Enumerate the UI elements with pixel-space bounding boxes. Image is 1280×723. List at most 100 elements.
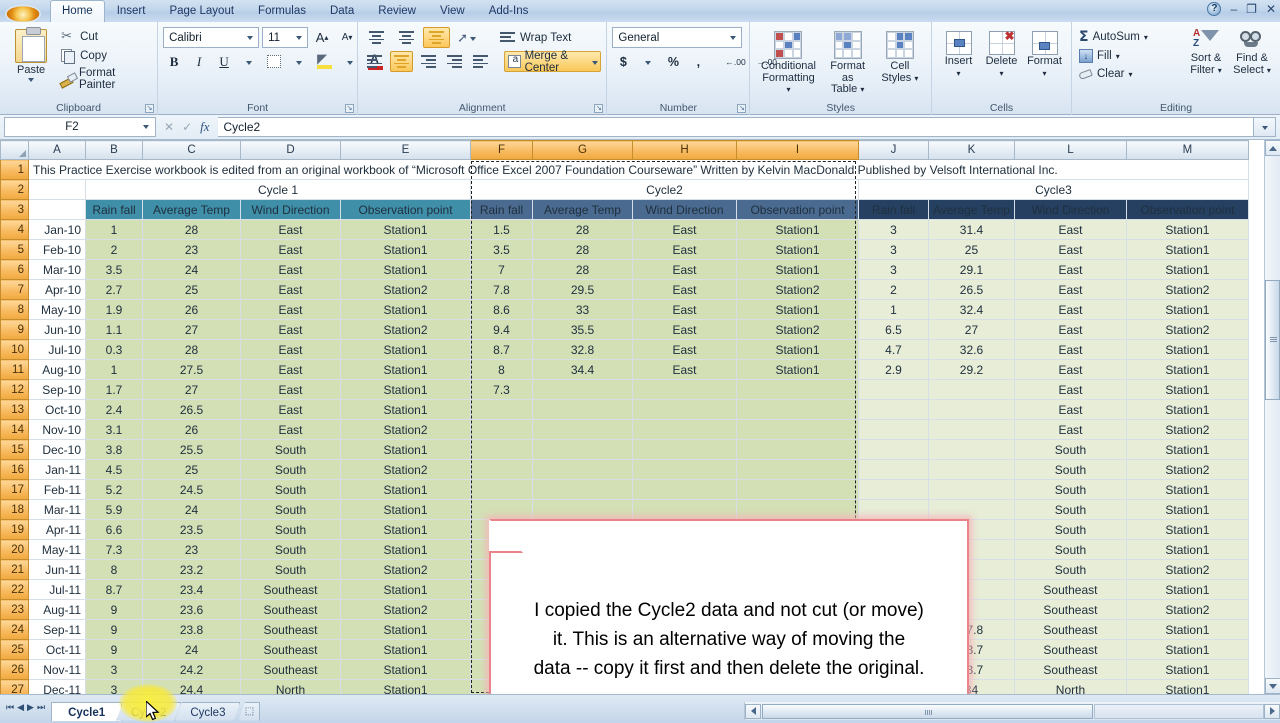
cycle1-data-cell[interactable]: Station1	[340, 679, 471, 694]
row-header-20[interactable]: 20	[0, 539, 29, 560]
cycle2-data-cell[interactable]: Station1	[736, 339, 859, 360]
cycle1-data-cell[interactable]: 25	[142, 279, 241, 300]
cycle2-data-cell[interactable]: 33	[532, 299, 633, 320]
cycle2-data-cell[interactable]: 32.8	[532, 339, 633, 360]
cycle3-data-cell[interactable]	[928, 479, 1015, 500]
cycle1-data-cell[interactable]: 3	[85, 659, 143, 680]
cycle1-data-cell[interactable]: 27	[142, 319, 241, 340]
cycle1-data-cell[interactable]: 27.5	[142, 359, 241, 380]
cycle3-data-cell[interactable]: Southeast	[1013, 579, 1127, 600]
cycle2-data-cell[interactable]: 9.4	[470, 319, 533, 340]
row-header-13[interactable]: 13	[0, 399, 29, 420]
cycle1-data-cell[interactable]: Station2	[340, 599, 471, 620]
column-header-f[interactable]: F	[470, 140, 533, 160]
cycle1-data-cell[interactable]: South	[240, 539, 341, 560]
cycle1-data-cell[interactable]: 6.6	[85, 519, 143, 540]
cycle2-data-cell[interactable]	[532, 439, 633, 460]
cycle3-data-cell[interactable]: East	[1013, 239, 1127, 260]
cycle1-data-cell[interactable]: 3	[85, 679, 143, 694]
currency-dropdown[interactable]	[637, 51, 659, 72]
cycle2-data-cell[interactable]: East	[632, 339, 737, 360]
cycle2-data-cell[interactable]: Station1	[736, 299, 859, 320]
cycle2-data-cell[interactable]	[532, 459, 633, 480]
cycle2-data-cell[interactable]	[736, 499, 859, 520]
cycle2-data-cell[interactable]	[632, 439, 737, 460]
cycle2-data-cell[interactable]: 29.5	[532, 279, 633, 300]
scroll-left-button[interactable]	[745, 703, 761, 719]
cycle3-data-cell[interactable]: Station2	[1125, 419, 1249, 440]
column-header-c[interactable]: C	[142, 140, 241, 160]
cycle2-data-cell[interactable]	[470, 459, 533, 480]
month-cell[interactable]: Feb-10	[28, 239, 86, 260]
month-cell[interactable]: Dec-10	[28, 439, 86, 460]
cycle1-data-cell[interactable]: Station1	[340, 519, 471, 540]
row-header-9[interactable]: 9	[0, 319, 29, 340]
number-dialog-launcher[interactable]: ↘	[737, 104, 747, 113]
cycle1-data-cell[interactable]: Station2	[340, 319, 471, 340]
cycle2-data-cell[interactable]: Station1	[736, 219, 859, 240]
cycle3-data-cell[interactable]: 29.2	[928, 359, 1015, 380]
cycle1-data-cell[interactable]: 2	[85, 239, 143, 260]
cycle3-data-cell[interactable]: Station1	[1125, 679, 1249, 694]
align-bottom-button[interactable]	[423, 27, 451, 48]
cycle1-data-cell[interactable]: 28	[142, 219, 241, 240]
cycle3-data-cell[interactable]: Station1	[1125, 259, 1249, 280]
cycle3-data-cell[interactable]: East	[1013, 259, 1127, 280]
cycle1-header-cell[interactable]: Average Temp	[142, 199, 241, 220]
help-icon[interactable]: ?	[1207, 2, 1222, 16]
close-button[interactable]: ✕	[1266, 3, 1276, 15]
cycle3-data-cell[interactable]: East	[1013, 219, 1127, 240]
cycle1-data-cell[interactable]: East	[240, 419, 341, 440]
cycle1-data-cell[interactable]: Station1	[340, 539, 471, 560]
grid-cell-a2[interactable]	[28, 179, 86, 200]
fill-button[interactable]: ↓ Fill ▾	[1077, 48, 1183, 64]
cycle1-data-cell[interactable]: Station1	[340, 439, 471, 460]
horizontal-scroll-thumb[interactable]	[762, 703, 1093, 719]
cycle1-title-cell[interactable]: Cycle 1	[85, 179, 471, 200]
cycle3-data-cell[interactable]: North	[1013, 679, 1127, 694]
column-header-g[interactable]: G	[532, 140, 633, 160]
month-cell[interactable]: Jul-11	[28, 579, 86, 600]
cycle1-data-cell[interactable]: 24.5	[142, 479, 241, 500]
cycle3-data-cell[interactable]	[928, 499, 1015, 520]
cycle3-data-cell[interactable]	[858, 399, 929, 420]
column-header-k[interactable]: K	[928, 140, 1015, 160]
cycle2-data-cell[interactable]: Station2	[736, 279, 859, 300]
align-top-button[interactable]	[363, 27, 390, 48]
cycle1-data-cell[interactable]: 23	[142, 239, 241, 260]
row-header-15[interactable]: 15	[0, 439, 29, 460]
cycle3-data-cell[interactable]: 25	[928, 239, 1015, 260]
cycle2-data-cell[interactable]: 8.6	[470, 299, 533, 320]
column-header-e[interactable]: E	[340, 140, 471, 160]
cycle1-data-cell[interactable]: 9	[85, 639, 143, 660]
cycle2-data-cell[interactable]	[632, 419, 737, 440]
cycle2-data-cell[interactable]: East	[632, 359, 737, 380]
alignment-dialog-launcher[interactable]: ↘	[594, 104, 604, 113]
cycle1-header-cell[interactable]: Rain fall	[85, 199, 143, 220]
cycle3-data-cell[interactable]: Station1	[1125, 219, 1249, 240]
cycle1-data-cell[interactable]: Station1	[340, 659, 471, 680]
grid-cell-a3[interactable]	[28, 199, 86, 220]
cycle1-data-cell[interactable]: 25	[142, 459, 241, 480]
cycle1-data-cell[interactable]: 5.2	[85, 479, 143, 500]
cycle3-data-cell[interactable]	[928, 379, 1015, 400]
cycle2-data-cell[interactable]: 8	[470, 359, 533, 380]
borders-dropdown[interactable]	[288, 51, 310, 72]
cycle3-data-cell[interactable]: Southeast	[1013, 599, 1127, 620]
cycle1-data-cell[interactable]: East	[240, 219, 341, 240]
cycle1-header-cell[interactable]: Observation point	[340, 199, 471, 220]
cell-styles-button[interactable]: Cell Styles ▾	[877, 29, 923, 84]
month-cell[interactable]: Sep-11	[28, 619, 86, 640]
cycle2-data-cell[interactable]	[532, 499, 633, 520]
cycle1-data-cell[interactable]: 23.5	[142, 519, 241, 540]
cycle3-data-cell[interactable]: Station1	[1125, 539, 1249, 560]
cycle2-data-cell[interactable]	[632, 499, 737, 520]
cycle3-data-cell[interactable]	[858, 479, 929, 500]
cycle3-data-cell[interactable]: 32.6	[928, 339, 1015, 360]
cycle2-data-cell[interactable]: East	[632, 219, 737, 240]
cycle2-data-cell[interactable]	[470, 499, 533, 520]
cycle3-data-cell[interactable]: Station1	[1125, 239, 1249, 260]
vertical-scroll-thumb[interactable]	[1265, 280, 1280, 400]
month-cell[interactable]: Jan-10	[28, 219, 86, 240]
cycle2-data-cell[interactable]: 3.5	[470, 239, 533, 260]
